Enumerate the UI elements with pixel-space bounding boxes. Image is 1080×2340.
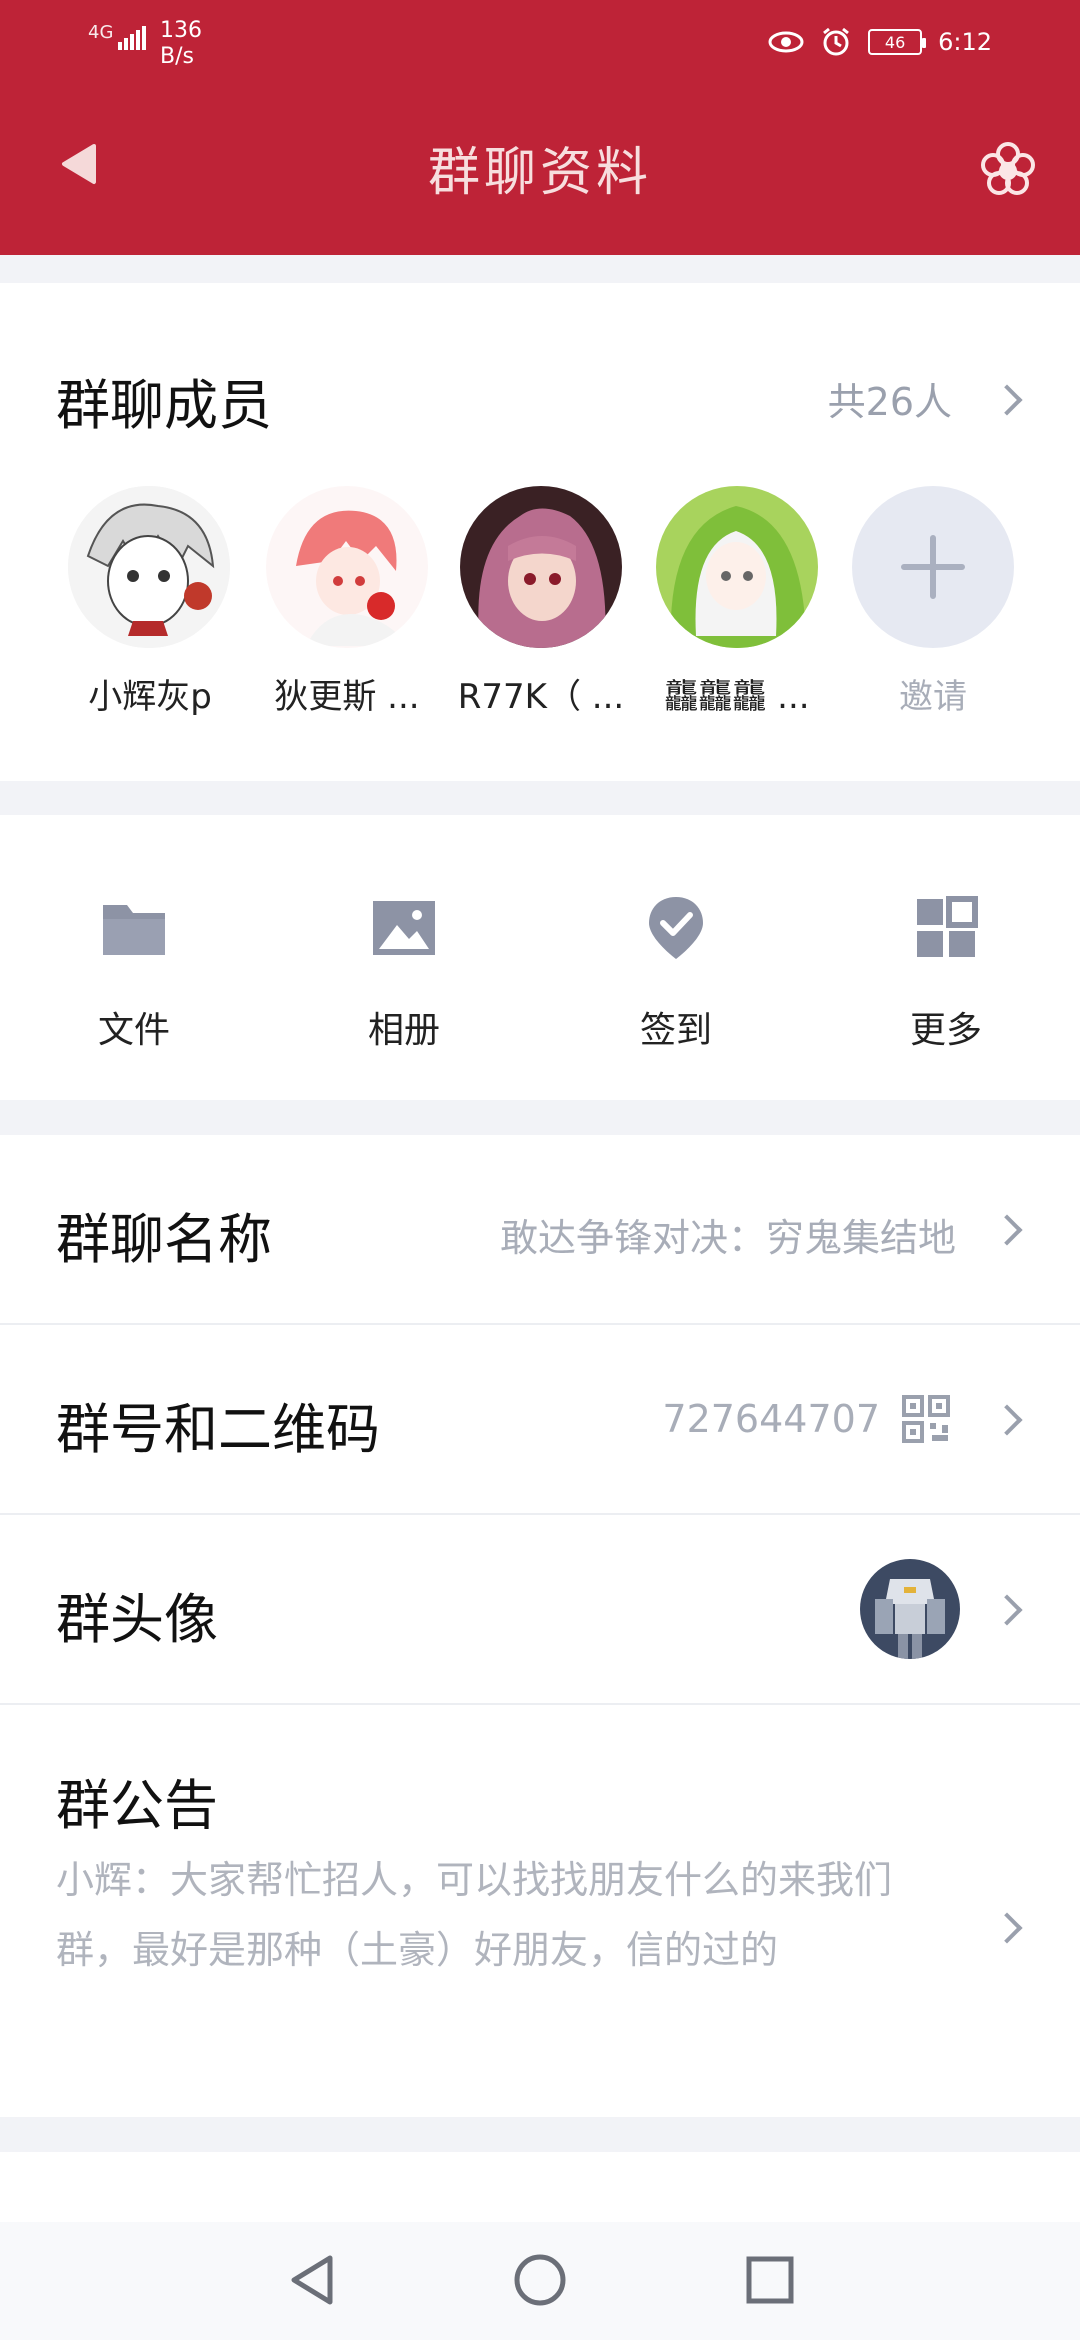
group-name-label: 群聊名称 [56, 1208, 272, 1271]
invite-button[interactable] [852, 486, 1014, 648]
members-label: 群聊成员 [56, 374, 272, 437]
tool-label: 签到 [639, 1010, 712, 1051]
member-count[interactable]: 共26人 [828, 371, 952, 426]
chevron-right-icon [991, 1912, 1023, 1944]
tool-album[interactable]: 相册 [304, 893, 504, 1053]
tool-label: 更多 [909, 1010, 982, 1051]
signal-icon [118, 26, 146, 50]
group-notice-label: 群公告 [56, 1774, 218, 1837]
tool-files[interactable]: 文件 [34, 893, 234, 1053]
tools-section: 文件 相册 签到 更多 [0, 815, 1080, 1100]
member-avatar[interactable] [656, 486, 818, 648]
member-name: 狄更斯 ... [274, 677, 420, 717]
group-name-value: 敢达争锋对决：穷鬼集结地 [499, 1216, 956, 1260]
group-info-section: 群聊名称 敢达争锋对决：穷鬼集结地 群号和二维码 727644707 群头像 群… [0, 1135, 1080, 2117]
plus-icon [901, 535, 965, 599]
battery-icon: 46 [868, 29, 927, 55]
chevron-right-icon [991, 1594, 1023, 1626]
image-icon [373, 901, 435, 955]
tool-label: 相册 [367, 1010, 440, 1051]
network-type: 4G [88, 22, 114, 43]
member-name: R77K（ ... [457, 677, 625, 717]
folder-icon [103, 905, 165, 955]
member-avatar[interactable] [266, 486, 428, 648]
member-avatar[interactable] [68, 486, 230, 648]
status-bar: 4G 136 B/s 46 6:12 [0, 0, 1080, 90]
group-avatar-label: 群头像 [56, 1588, 218, 1651]
members-section[interactable]: 群聊成员 共26人 小辉灰p 狄更斯 ... R77K（ ... 龘龘龘 ...… [0, 283, 1080, 781]
member-avatar-list: 小辉灰p 狄更斯 ... R77K（ ... 龘龘龘 ... 邀请 [0, 486, 1080, 746]
grid-icon [917, 896, 978, 957]
group-name-row[interactable]: 群聊名称 敢达争锋对决：穷鬼集结地 [0, 1135, 1080, 1325]
next-section [0, 2152, 1080, 2222]
group-id-row[interactable]: 群号和二维码 727644707 [0, 1325, 1080, 1515]
group-notice-row[interactable]: 群公告 小辉：大家帮忙招人，可以找找朋友什么的来我们群，最好是那种（土豪）好朋友… [0, 1705, 1080, 2115]
tool-more[interactable]: 更多 [846, 893, 1046, 1053]
chevron-right-icon[interactable] [991, 384, 1023, 416]
group-avatar-row[interactable]: 群头像 [0, 1515, 1080, 1705]
flower-settings-icon[interactable] [976, 138, 1040, 202]
group-avatar-image [860, 1559, 960, 1659]
member-name: 龘龘龘 ... [664, 677, 810, 717]
group-id-value: 727644707 [662, 1397, 880, 1441]
nav-recents-icon[interactable] [744, 2254, 796, 2306]
network-speed: 136 B/s [160, 18, 202, 69]
invite-label: 邀请 [899, 677, 967, 717]
chevron-right-icon [991, 1404, 1023, 1436]
qr-code-icon [902, 1395, 950, 1443]
clock-time: 6:12 [938, 28, 992, 56]
group-id-label: 群号和二维码 [56, 1398, 380, 1461]
member-name: 小辉灰p [88, 677, 212, 717]
nav-back-icon[interactable] [286, 2252, 336, 2308]
group-notice-text: 小辉：大家帮忙招人，可以找找朋友什么的来我们群，最好是那种（土豪）好朋友，信的过… [56, 1858, 893, 1972]
page-title: 群聊资料 [427, 143, 652, 203]
eye-icon [768, 31, 804, 53]
nav-home-icon[interactable] [512, 2252, 568, 2308]
check-pin-icon [649, 897, 703, 959]
tool-checkin[interactable]: 签到 [576, 893, 776, 1053]
system-nav-bar [0, 2222, 1080, 2340]
chevron-right-icon [991, 1214, 1023, 1246]
header-bar: 4G 136 B/s 46 6:12 群聊资料 [0, 0, 1080, 255]
member-avatar[interactable] [460, 486, 622, 648]
alarm-icon [823, 27, 850, 56]
tool-label: 文件 [97, 1010, 170, 1051]
